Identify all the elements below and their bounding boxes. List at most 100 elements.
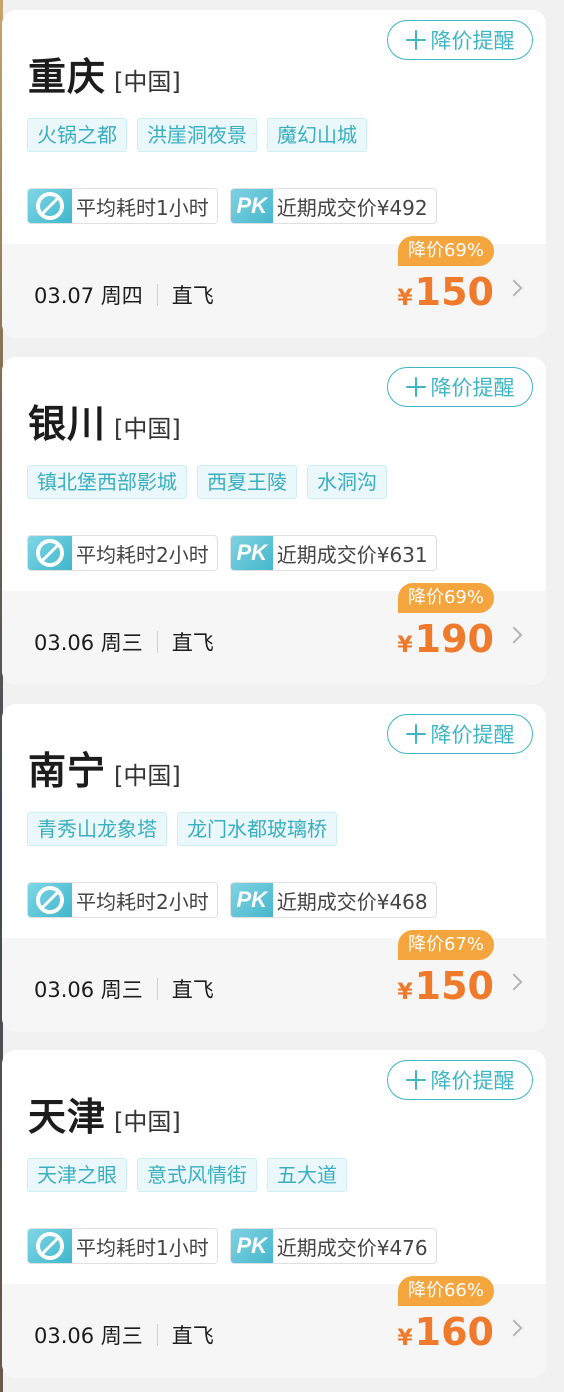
price: ¥ 190 xyxy=(397,617,494,661)
flight-card[interactable]: 降价提醒 银川 [中国] 镇北堡西部影城 西夏王陵 水洞沟 平均耗时2小时 PK… xyxy=(2,357,546,685)
country-name: [中国] xyxy=(114,415,181,443)
currency-symbol: ¥ xyxy=(397,633,413,658)
duration-box: 平均耗时1小时 xyxy=(27,188,218,224)
recent-price-box: PK 近期成交价¥631 xyxy=(229,535,437,571)
date-row: 03.06 周三 直飞 xyxy=(34,627,214,657)
price-alert-label: 降价提醒 xyxy=(430,723,515,747)
divider xyxy=(156,978,158,1000)
flight-bar[interactable]: 03.06 周三 直飞 降价66% ¥ 160 xyxy=(2,1276,546,1378)
plus-icon xyxy=(405,30,426,50)
destination-title: 银川 [中国] xyxy=(28,393,181,448)
flight-type: 直飞 xyxy=(171,631,214,655)
flight-bar[interactable]: 03.07 周四 直飞 降价69% ¥ 150 xyxy=(2,236,546,338)
pk-icon: PK xyxy=(230,536,273,570)
duration-box: 平均耗时1小时 xyxy=(27,1228,218,1264)
plus-icon xyxy=(405,377,426,397)
city-name: 南宁 xyxy=(28,749,107,793)
plus-icon xyxy=(405,1070,426,1090)
tag-list: 青秀山龙象塔 龙门水都玻璃桥 xyxy=(27,812,337,846)
price: ¥ 160 xyxy=(397,1310,494,1354)
price-alert-label: 降价提醒 xyxy=(430,1069,515,1093)
flight-bar[interactable]: 03.06 周三 直飞 降价69% ¥ 190 xyxy=(2,583,546,685)
price-value: 150 xyxy=(414,270,494,314)
flight-date: 03.07 周四 xyxy=(34,284,143,308)
recent-price-box: PK 近期成交价¥492 xyxy=(229,188,437,224)
destination-title: 南宁 [中国] xyxy=(28,740,181,795)
chevron-right-icon[interactable] xyxy=(505,626,523,644)
currency-symbol: ¥ xyxy=(397,286,413,311)
destination-title: 重庆 [中国] xyxy=(28,46,181,101)
flight-date: 03.06 周三 xyxy=(34,631,143,655)
tag: 天津之眼 xyxy=(27,1158,127,1192)
price-value: 150 xyxy=(414,964,494,1008)
flight-date: 03.06 周三 xyxy=(34,978,143,1002)
flight-card[interactable]: 降价提醒 重庆 [中国] 火锅之都 洪崖洞夜景 魔幻山城 平均耗时1小时 PK … xyxy=(2,10,546,338)
country-name: [中国] xyxy=(114,1108,181,1136)
flight-card[interactable]: 降价提醒 南宁 [中国] 青秀山龙象塔 龙门水都玻璃桥 平均耗时2小时 PK 近… xyxy=(2,704,546,1032)
clock-icon xyxy=(28,189,72,223)
chevron-right-icon[interactable] xyxy=(505,279,523,297)
price-value: 190 xyxy=(414,617,494,661)
clock-icon xyxy=(28,1229,72,1263)
tag: 洪崖洞夜景 xyxy=(137,118,257,152)
discount-badge: 降价66% xyxy=(397,1276,494,1306)
flight-date: 03.06 周三 xyxy=(34,1324,143,1348)
recent-price-text: 近期成交价¥631 xyxy=(276,542,428,567)
tag: 五大道 xyxy=(267,1158,347,1192)
clock-icon xyxy=(28,883,72,917)
recent-price-text: 近期成交价¥476 xyxy=(276,1235,428,1260)
city-name: 重庆 xyxy=(28,55,107,99)
recent-price-box: PK 近期成交价¥468 xyxy=(229,882,437,918)
price: ¥ 150 xyxy=(397,964,494,1008)
info-row: 平均耗时2小时 PK 近期成交价¥468 xyxy=(27,882,437,918)
duration-text: 平均耗时1小时 xyxy=(76,1235,209,1260)
info-row: 平均耗时2小时 PK 近期成交价¥631 xyxy=(27,535,437,571)
tag: 青秀山龙象塔 xyxy=(27,812,167,846)
pk-icon: PK xyxy=(230,1229,273,1263)
price-alert-label: 降价提醒 xyxy=(430,29,515,53)
chevron-right-icon[interactable] xyxy=(505,973,523,991)
date-row: 03.06 周三 直飞 xyxy=(34,974,214,1004)
duration-text: 平均耗时2小时 xyxy=(76,889,209,914)
flight-card[interactable]: 降价提醒 天津 [中国] 天津之眼 意式风情街 五大道 平均耗时1小时 PK 近… xyxy=(2,1050,546,1378)
flight-type: 直飞 xyxy=(171,284,214,308)
duration-box: 平均耗时2小时 xyxy=(27,535,218,571)
price-alert-button[interactable]: 降价提醒 xyxy=(387,20,533,60)
discount-badge: 降价69% xyxy=(397,583,494,613)
tag: 水洞沟 xyxy=(307,465,387,499)
price-alert-label: 降价提醒 xyxy=(430,376,515,400)
divider xyxy=(156,284,158,306)
price: ¥ 150 xyxy=(397,270,494,314)
date-row: 03.06 周三 直飞 xyxy=(34,1320,214,1350)
pk-icon: PK xyxy=(230,883,273,917)
clock-icon xyxy=(28,536,72,570)
tag: 火锅之都 xyxy=(27,118,127,152)
tag: 魔幻山城 xyxy=(267,118,367,152)
recent-price-text: 近期成交价¥492 xyxy=(276,195,428,220)
pk-icon: PK xyxy=(230,189,273,223)
currency-symbol: ¥ xyxy=(397,1326,413,1351)
flight-type: 直飞 xyxy=(171,1324,214,1348)
city-name: 天津 xyxy=(28,1095,107,1139)
city-name: 银川 xyxy=(28,402,107,446)
recent-price-text: 近期成交价¥468 xyxy=(276,889,428,914)
price-alert-button[interactable]: 降价提醒 xyxy=(387,714,533,754)
tag-list: 镇北堡西部影城 西夏王陵 水洞沟 xyxy=(27,465,387,499)
country-name: [中国] xyxy=(114,762,181,790)
chevron-right-icon[interactable] xyxy=(505,1319,523,1337)
price-alert-button[interactable]: 降价提醒 xyxy=(387,1060,533,1100)
discount-badge: 降价69% xyxy=(397,236,494,266)
tag: 意式风情街 xyxy=(137,1158,257,1192)
recent-price-box: PK 近期成交价¥476 xyxy=(229,1228,437,1264)
flight-bar[interactable]: 03.06 周三 直飞 降价67% ¥ 150 xyxy=(2,930,546,1032)
price-alert-button[interactable]: 降价提醒 xyxy=(387,367,533,407)
destination-title: 天津 [中国] xyxy=(28,1086,181,1141)
divider xyxy=(156,631,158,653)
duration-text: 平均耗时2小时 xyxy=(76,542,209,567)
price-value: 160 xyxy=(414,1310,494,1354)
currency-symbol: ¥ xyxy=(397,980,413,1005)
date-row: 03.07 周四 直飞 xyxy=(34,280,214,310)
divider xyxy=(156,1324,158,1346)
tag: 西夏王陵 xyxy=(197,465,297,499)
plus-icon xyxy=(405,724,426,744)
